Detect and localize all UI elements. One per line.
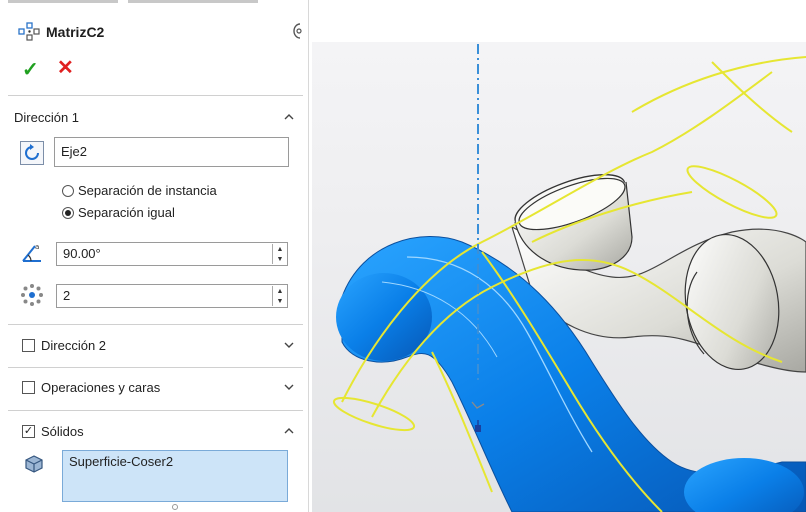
divider	[8, 95, 303, 96]
instances-spinner[interactable]: ▲ ▼	[272, 286, 287, 306]
top-divider	[8, 0, 118, 3]
direction2-header[interactable]: Dirección 2	[22, 334, 302, 356]
angle-input[interactable]: 90.00°	[56, 242, 288, 266]
model-view[interactable]	[312, 42, 806, 512]
angle-icon: a	[22, 243, 41, 262]
ok-check-icon[interactable]: ✓	[22, 57, 39, 82]
bodies-header[interactable]: ✓ Sólidos	[22, 420, 302, 442]
chevron-up-icon[interactable]	[284, 426, 294, 436]
bodies-selection-box[interactable]: Superficie-Coser2	[62, 450, 288, 502]
feature-title: MatrizC2	[46, 24, 105, 40]
spin-up-icon[interactable]: ▲	[273, 244, 287, 254]
direction2-label: Dirección 2	[41, 337, 107, 353]
graphics-viewport[interactable]	[312, 42, 806, 512]
feature-header: MatrizC2	[18, 22, 104, 42]
features-faces-label: Operaciones y caras	[41, 379, 161, 395]
features-faces-header[interactable]: Operaciones y caras	[22, 376, 302, 398]
help-icon[interactable]	[290, 22, 304, 40]
features-faces-checkbox[interactable]	[22, 380, 35, 394]
chevron-down-icon[interactable]	[284, 340, 294, 350]
divider	[8, 367, 303, 368]
divider	[8, 410, 303, 411]
direction1-label: Dirección 1	[14, 109, 80, 125]
spin-down-icon[interactable]: ▼	[273, 254, 287, 264]
radio-button-selected[interactable]	[62, 206, 74, 219]
circular-pattern-icon	[18, 22, 40, 41]
bodies-checkbox[interactable]: ✓	[22, 424, 35, 438]
radio-instance-spacing[interactable]: Separación de instancia	[62, 183, 217, 198]
divider	[8, 324, 303, 325]
angle-spinner[interactable]: ▲ ▼	[272, 244, 287, 264]
axis-field[interactable]: Eje2	[54, 137, 289, 167]
cancel-x-icon[interactable]: ✕	[57, 55, 74, 80]
top-divider	[128, 0, 258, 3]
chevron-down-icon[interactable]	[284, 382, 294, 392]
chevron-up-icon[interactable]	[284, 112, 294, 122]
instances-icon	[21, 284, 43, 306]
rotate-direction-icon[interactable]	[20, 141, 44, 165]
resize-handle-icon[interactable]	[171, 503, 179, 511]
bodies-label: Sólidos	[41, 423, 84, 439]
direction1-header[interactable]: Dirección 1	[14, 106, 302, 128]
radio-equal-label: Separación igual	[78, 205, 175, 220]
instances-input[interactable]: 2	[56, 284, 288, 308]
spin-up-icon[interactable]: ▲	[273, 286, 287, 296]
spin-down-icon[interactable]: ▼	[273, 296, 287, 306]
radio-instance-label: Separación de instancia	[78, 183, 217, 198]
direction2-checkbox[interactable]	[22, 338, 35, 352]
property-manager: MatrizC2 ✓ ✕ Dirección 1 Eje2 Separación…	[0, 0, 309, 512]
radio-button[interactable]	[62, 184, 74, 197]
body-icon	[25, 455, 43, 473]
svg-text:a: a	[35, 243, 39, 251]
radio-equal-spacing[interactable]: Separación igual	[62, 205, 175, 220]
